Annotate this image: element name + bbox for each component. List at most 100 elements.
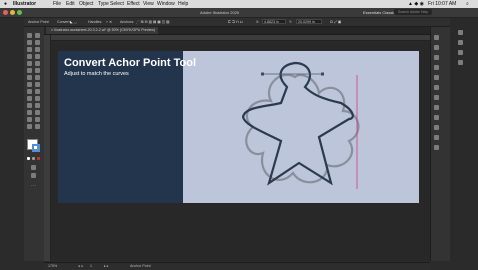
transform-panel-icon[interactable] — [458, 60, 463, 65]
libraries-panel-icon[interactable] — [434, 55, 439, 60]
window-title: Adobe Illustrator 2020 — [200, 10, 240, 15]
help-search-input[interactable]: Search Adobe Help — [394, 9, 432, 15]
artboard-nav-icons[interactable]: ◂ ◂ — [78, 264, 83, 269]
convert-label: Convert: — [57, 20, 71, 24]
gradient-tool-icon[interactable] — [35, 96, 40, 101]
scale-tool-icon[interactable] — [35, 75, 40, 80]
mesh-tool-icon[interactable] — [27, 96, 32, 101]
layers-panel-icon[interactable] — [434, 45, 439, 50]
graphic-styles-panel-icon[interactable] — [434, 145, 439, 150]
artboard-number[interactable]: 1 — [90, 264, 92, 269]
apple-menu-icon[interactable]: ● — [4, 1, 7, 7]
gradient-panel-icon[interactable] — [434, 115, 439, 120]
color-panel-icon[interactable] — [434, 65, 439, 70]
shape-builder-tool-icon[interactable] — [27, 89, 32, 94]
eraser-tool-icon[interactable] — [35, 68, 40, 73]
anchors-label: Anchors: — [120, 20, 135, 24]
status-icons: ▲ ◆ ◉ — [408, 1, 424, 7]
type-tool-icon[interactable] — [27, 54, 32, 59]
rectangle-tool-icon[interactable] — [27, 61, 32, 66]
eyedropper-tool-icon[interactable] — [27, 103, 32, 108]
control-bar: Anchor Point Convert: ◣ ◡ Handles: ⌐ ✕ A… — [24, 18, 450, 27]
pen-tool-icon[interactable] — [27, 47, 32, 52]
properties-panel-icon[interactable] — [434, 35, 439, 40]
transparency-panel-icon[interactable] — [434, 125, 439, 130]
slice-tool-icon[interactable] — [35, 117, 40, 122]
star-path[interactable] — [241, 61, 354, 186]
handle-point-left[interactable] — [261, 72, 264, 76]
handles-icons[interactable]: ⌐ ✕ — [106, 19, 112, 25]
align-panel-icon[interactable] — [458, 40, 463, 45]
none-mode-icon[interactable] — [37, 157, 40, 160]
selection-tool-icon[interactable] — [27, 33, 32, 38]
handles-label: Handles: — [88, 20, 103, 24]
align-icons[interactable]: ⊏ ⊐ ⊓ ⊔ — [228, 19, 243, 25]
rotate-tool-icon[interactable] — [27, 75, 32, 80]
stroke-swatch[interactable] — [32, 144, 40, 152]
pencil-tool-icon[interactable] — [27, 68, 32, 73]
workspace-switcher[interactable]: Essentials Classic — [363, 9, 395, 16]
menu-help[interactable]: Help — [178, 1, 188, 7]
menu-effect[interactable]: Effect — [127, 1, 140, 7]
perspective-grid-tool-icon[interactable] — [35, 89, 40, 94]
curvature-tool-icon[interactable] — [35, 47, 40, 52]
menu-illustrator[interactable]: Illustrator — [13, 1, 36, 7]
vertical-ruler[interactable] — [44, 35, 51, 261]
convert-corner-icon[interactable]: ◣ ◡ — [70, 19, 77, 25]
y-value: 20.0299 in — [298, 20, 315, 24]
handle-point-right[interactable] — [321, 72, 324, 76]
selection-type-label: Anchor Point — [28, 20, 49, 24]
menu-window[interactable]: Window — [157, 1, 175, 7]
zoom-tool-icon[interactable] — [35, 124, 40, 129]
gradient-mode-icon[interactable] — [32, 157, 35, 160]
anchor-tools-icons[interactable]: ⋰ ⊞ ⊟ ▥ ▤ ▦ ◫ ▧ — [136, 19, 170, 25]
minimize-window-button[interactable] — [10, 10, 15, 15]
menu-view[interactable]: View — [143, 1, 154, 7]
paintbrush-tool-icon[interactable] — [35, 61, 40, 66]
blend-tool-icon[interactable] — [35, 103, 40, 108]
artboard-heading: Convert Achor Point Tool — [64, 57, 196, 69]
brushes-panel-icon[interactable] — [434, 85, 439, 90]
menu-select[interactable]: Select — [110, 1, 124, 7]
width-tool-icon[interactable] — [27, 82, 32, 87]
free-transform-tool-icon[interactable] — [35, 82, 40, 87]
close-window-button[interactable] — [3, 10, 8, 15]
x-label: X: — [256, 20, 260, 24]
artwork-canvas[interactable] — [183, 51, 419, 203]
line-tool-icon[interactable] — [35, 54, 40, 59]
edit-toolbar-icon[interactable]: ··· — [31, 183, 36, 189]
spotlight-icon[interactable]: ⌕ — [466, 1, 469, 7]
menu-file[interactable]: File — [53, 1, 61, 7]
x-value: 4.8823 in — [264, 20, 279, 24]
y-label: Y: — [289, 20, 293, 24]
document-tab[interactable]: × Illustrator-worksheet-20.3.2-2.ai* @ 5… — [46, 27, 158, 34]
screen-mode-icon[interactable] — [31, 173, 36, 178]
right-dock-collapsed — [450, 18, 478, 261]
lasso-tool-icon[interactable] — [35, 40, 40, 45]
macos-menubar: ● Illustrator File Edit Object Type Sele… — [0, 0, 478, 8]
zoom-level[interactable]: 175% — [48, 264, 57, 269]
symbol-sprayer-tool-icon[interactable] — [27, 110, 32, 115]
pathfinder-panel-icon[interactable] — [458, 50, 463, 55]
draw-mode-icon[interactable] — [31, 165, 36, 170]
direct-selection-tool-icon[interactable] — [35, 33, 40, 38]
current-tool-status: Anchor Point — [130, 264, 151, 268]
menu-edit[interactable]: Edit — [66, 1, 75, 7]
column-graph-tool-icon[interactable] — [35, 110, 40, 115]
zoom-window-button[interactable] — [17, 10, 22, 15]
artboard-nav-next-icons[interactable]: ▸ ▸ — [104, 264, 109, 269]
swatches-panel-icon[interactable] — [434, 75, 439, 80]
transform-icons[interactable]: ⊡ ⤢ ▣ — [330, 19, 341, 25]
stroke-panel-icon[interactable] — [434, 105, 439, 110]
magic-wand-tool-icon[interactable] — [27, 40, 32, 45]
menu-type[interactable]: Type — [98, 1, 109, 7]
document-tab-label: Illustrator-worksheet-20.3.2-2.ai* @ 50%… — [54, 28, 156, 32]
color-mode-icon[interactable] — [27, 157, 30, 160]
appearance-panel-icon[interactable] — [434, 135, 439, 140]
symbols-panel-icon[interactable] — [434, 95, 439, 100]
artboard-tool-icon[interactable] — [27, 117, 32, 122]
hand-tool-icon[interactable] — [27, 124, 32, 129]
artboard-subheading: Adjust to match the curves — [64, 71, 129, 77]
cc-libraries-icon[interactable] — [458, 30, 463, 35]
menu-object[interactable]: Object — [79, 1, 93, 7]
